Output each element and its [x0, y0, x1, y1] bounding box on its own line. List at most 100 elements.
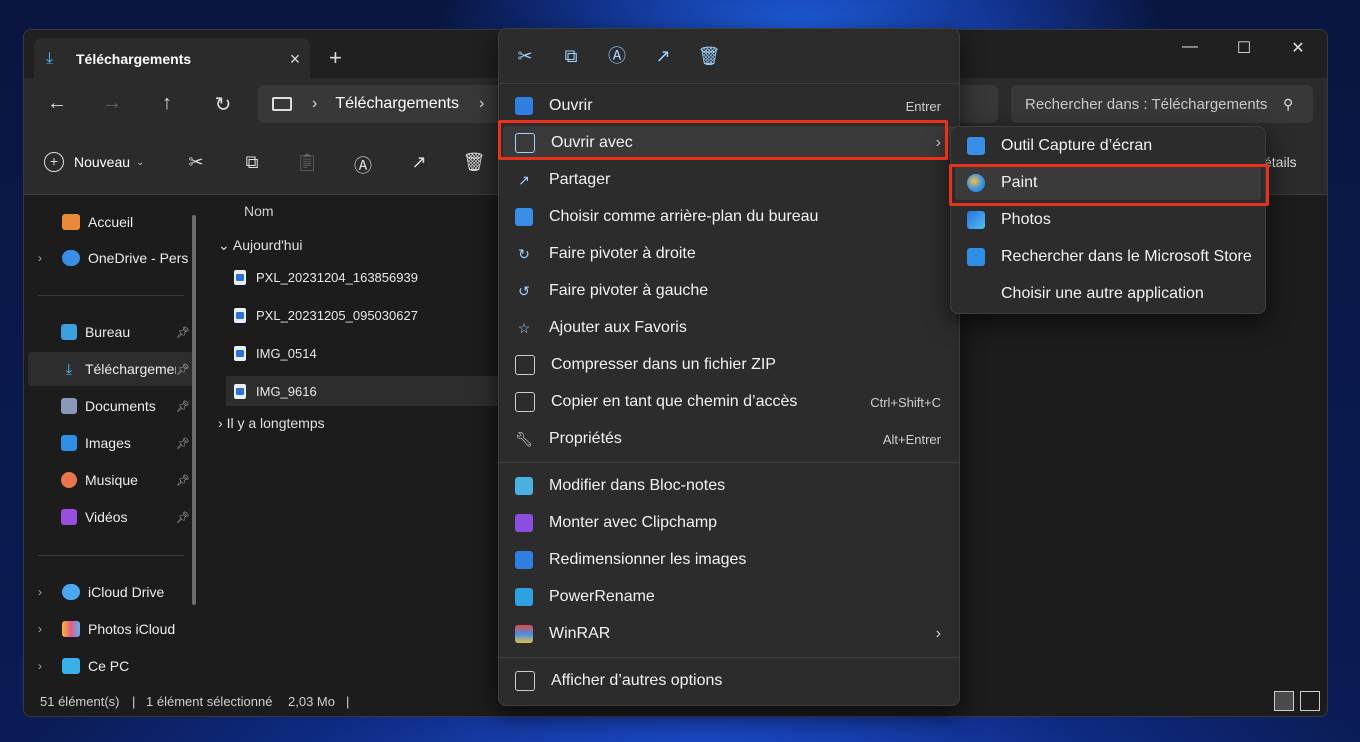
sidebar-item-bureau[interactable]: Bureau 📌︎	[28, 315, 194, 349]
chevron-right-icon[interactable]: ›	[479, 95, 484, 113]
refresh-icon[interactable]: ↻	[208, 92, 238, 117]
share-icon[interactable]: ↗	[650, 43, 676, 69]
status-separator: |	[346, 694, 350, 709]
menu-item-redimensionner[interactable]: Redimensionner les images	[503, 543, 955, 577]
submenu-item-autre-app[interactable]: Choisir une autre application	[955, 277, 1261, 311]
menu-item-ouvrir[interactable]: Ouvrir Entrer	[503, 89, 955, 123]
submenu-item-label: Photos	[1001, 211, 1051, 228]
close-window-button[interactable]: ✕	[1278, 38, 1318, 58]
resize-images-icon	[515, 551, 533, 569]
menu-item-winrar[interactable]: WinRAR ›	[503, 617, 955, 651]
pin-icon[interactable]: 📌︎	[176, 326, 190, 339]
submenu-item-paint[interactable]: Paint	[955, 166, 1261, 200]
chevron-right-icon[interactable]: ›	[38, 622, 54, 636]
sidebar-item-images[interactable]: Images 📌︎	[28, 426, 194, 460]
cloud-icon	[62, 250, 80, 266]
menu-item-zip[interactable]: Compresser dans un fichier ZIP	[503, 348, 955, 382]
menu-item-label: Ouvrir	[549, 97, 593, 114]
sidebar-item-musique[interactable]: Musique 📌︎	[28, 463, 194, 497]
new-tab-button[interactable]: +	[329, 45, 342, 71]
sidebar-item-ce-pc[interactable]: › Ce PC	[28, 649, 194, 683]
menu-item-label: Propriétés	[549, 430, 622, 447]
menu-item-proprietes[interactable]: 🔧︎ Propriétés Alt+Entrer	[503, 422, 955, 456]
breadcrumb-downloads[interactable]: Téléchargements	[335, 95, 459, 113]
details-button[interactable]: étails	[1264, 154, 1297, 170]
video-icon	[60, 509, 77, 525]
plus-circle-icon: +	[44, 152, 64, 172]
menu-item-label: Compresser dans un fichier ZIP	[551, 356, 776, 373]
file-row-selected[interactable]: IMG_9616	[226, 376, 500, 406]
menu-item-pivoter-gauche[interactable]: ↺ Faire pivoter à gauche	[503, 274, 955, 308]
submenu-item-photos[interactable]: Photos	[955, 203, 1261, 237]
open-with-icon	[515, 133, 535, 153]
file-row[interactable]: PXL_20231205_095030627	[226, 300, 500, 330]
divider	[38, 295, 184, 296]
rename-icon[interactable]: Ⓐ	[351, 152, 375, 178]
details-view-icon[interactable]	[1274, 691, 1294, 711]
star-icon: ☆	[517, 319, 531, 336]
pin-icon[interactable]: 📌︎	[176, 363, 190, 376]
file-row[interactable]: PXL_20231204_163856939	[226, 262, 500, 292]
sidebar-item-accueil[interactable]: Accueil	[28, 205, 194, 239]
menu-item-copier-chemin[interactable]: Copier en tant que chemin d’accès Ctrl+S…	[503, 385, 955, 419]
sidebar-scrollbar[interactable]	[192, 215, 196, 605]
icloud-icon	[62, 584, 80, 600]
chevron-right-icon[interactable]: ›	[38, 585, 54, 599]
submenu-item-snipping-tool[interactable]: Outil Capture d’écran	[955, 129, 1261, 163]
chevron-right-icon[interactable]: ›	[38, 251, 54, 265]
sidebar-item-label: Ce PC	[88, 658, 130, 674]
paste-icon[interactable]: 📋︎	[295, 152, 319, 173]
maximize-button[interactable]: ☐	[1224, 38, 1264, 58]
photos-icon	[967, 211, 985, 229]
sidebar-item-onedrive[interactable]: › OneDrive - Personnel	[28, 241, 194, 275]
sidebar-item-telechargements[interactable]: ⤓ Téléchargements 📌︎	[28, 352, 194, 386]
group-today[interactable]: ⌄ Aujourd'hui	[218, 237, 302, 254]
minimize-button[interactable]: —	[1170, 38, 1210, 56]
sidebar-item-documents[interactable]: Documents 📌︎	[28, 389, 194, 423]
menu-item-clipchamp[interactable]: Monter avec Clipchamp	[503, 506, 955, 540]
new-button[interactable]: + Nouveau ⌄	[44, 152, 144, 172]
chevron-right-icon[interactable]: ›	[312, 95, 317, 113]
sidebar-item-label: Photos iCloud	[88, 621, 176, 637]
menu-item-pivoter-droite[interactable]: ↻ Faire pivoter à droite	[503, 237, 955, 271]
group-old[interactable]: › Il y a longtemps	[218, 415, 325, 431]
menu-item-ouvrir-avec[interactable]: Ouvrir avec ›	[503, 126, 955, 160]
submenu-item-store[interactable]: Rechercher dans le Microsoft Store	[955, 240, 1261, 274]
delete-icon[interactable]: 🗑︎	[696, 43, 722, 69]
menu-item-favoris[interactable]: ☆ Ajouter aux Favoris	[503, 311, 955, 345]
sidebar-item-photos-icloud[interactable]: › Photos iCloud	[28, 612, 194, 646]
back-arrow-icon[interactable]: ←	[42, 92, 72, 115]
forward-arrow-icon[interactable]: →	[97, 92, 127, 115]
menu-item-label: Faire pivoter à gauche	[549, 282, 709, 299]
up-arrow-icon[interactable]: ↑	[152, 92, 182, 115]
sidebar-item-icloud-drive[interactable]: › iCloud Drive	[28, 575, 194, 609]
pin-icon[interactable]: 📌︎	[176, 474, 190, 487]
pin-icon[interactable]: 📌︎	[176, 400, 190, 413]
menu-item-powerrename[interactable]: PowerRename	[503, 580, 955, 614]
column-header-name[interactable]: Nom	[244, 203, 274, 219]
delete-icon[interactable]: 🗑︎	[462, 152, 486, 173]
share-icon[interactable]: ↗	[407, 152, 431, 173]
image-file-icon	[234, 345, 246, 361]
pin-icon[interactable]: 📌︎	[176, 511, 190, 524]
cut-icon[interactable]: ✂	[512, 43, 538, 69]
close-tab-icon[interactable]: ×	[280, 49, 310, 70]
document-icon	[60, 398, 77, 414]
menu-item-bloc-notes[interactable]: Modifier dans Bloc-notes	[503, 469, 955, 503]
menu-item-partager[interactable]: ↗ Partager	[503, 163, 955, 197]
tiles-view-icon[interactable]	[1300, 691, 1320, 711]
rename-icon[interactable]: Ⓐ	[604, 43, 630, 69]
chevron-right-icon[interactable]: ›	[38, 659, 54, 673]
download-icon: ⤓	[46, 50, 54, 67]
copy-icon[interactable]: ⧉	[558, 43, 584, 69]
search-input[interactable]: Rechercher dans : Téléchargements ⚲	[1011, 85, 1313, 123]
store-icon	[967, 248, 985, 266]
sidebar-item-videos[interactable]: Vidéos 📌︎	[28, 500, 194, 534]
menu-item-autres-options[interactable]: Afficher d’autres options	[503, 664, 955, 698]
cut-icon[interactable]: ✂	[184, 152, 208, 173]
file-row[interactable]: IMG_0514	[226, 338, 500, 368]
copy-icon[interactable]: ⧉	[240, 152, 264, 173]
tab-downloads[interactable]: ⤓ Téléchargements ×	[34, 38, 310, 80]
pin-icon[interactable]: 📌︎	[176, 437, 190, 450]
menu-item-arriere-plan[interactable]: Choisir comme arrière-plan du bureau	[503, 200, 955, 234]
